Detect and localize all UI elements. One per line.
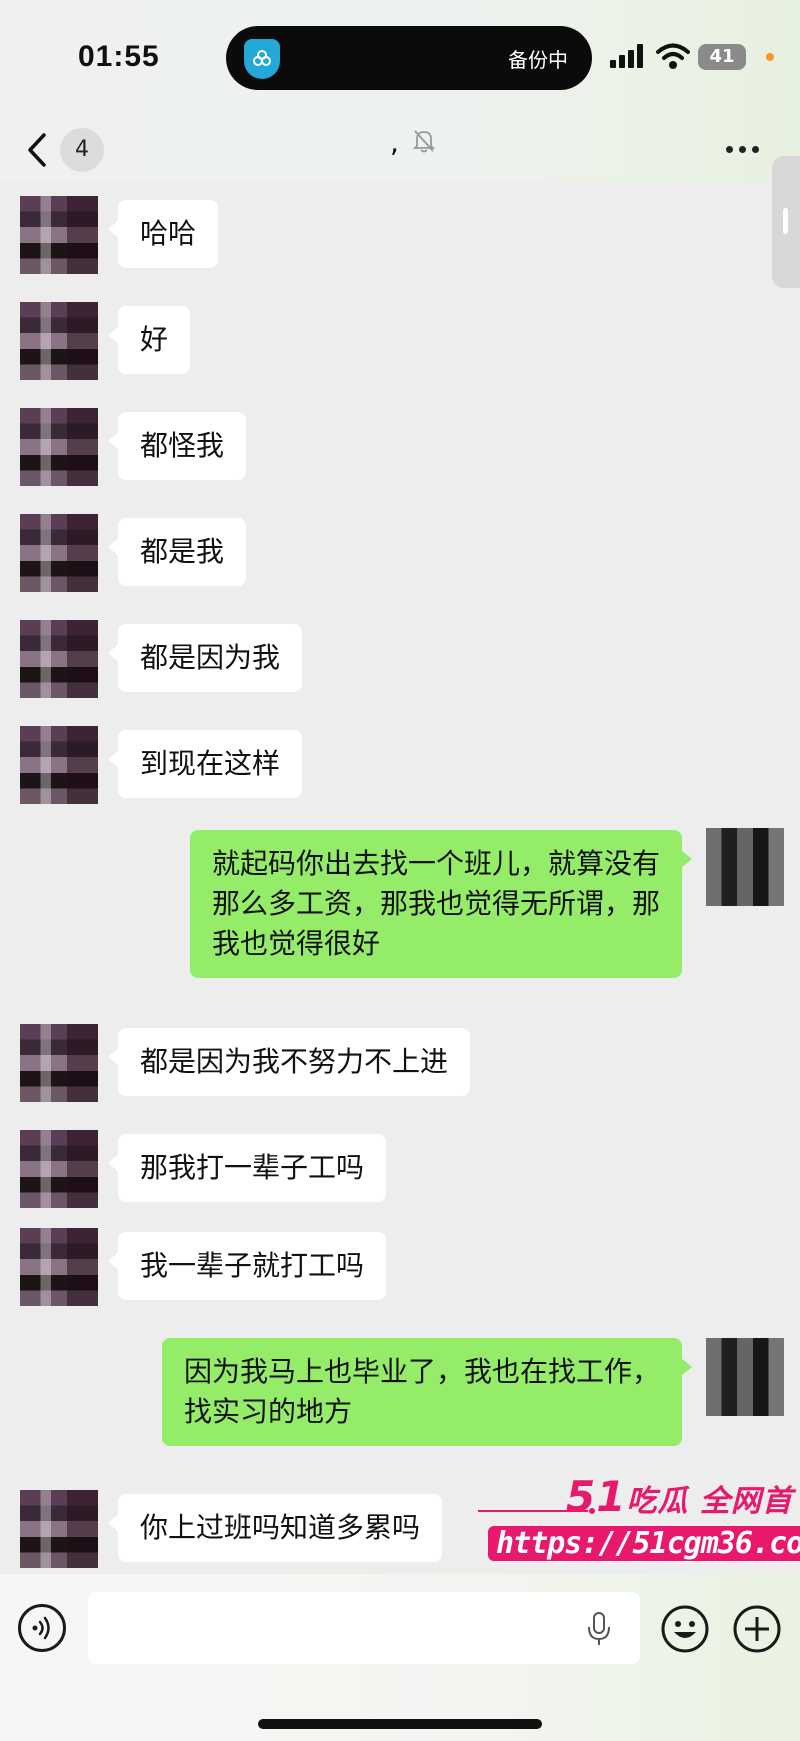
contact-avatar[interactable] <box>20 726 98 804</box>
dynamic-island[interactable]: 备份中 <box>226 26 592 90</box>
back-button[interactable]: 4 <box>26 128 106 172</box>
incoming-message-bubble[interactable]: 都是因为我不努力不上进 <box>107 1028 471 1096</box>
contact-avatar[interactable] <box>20 1130 98 1208</box>
contact-avatar[interactable] <box>20 514 98 592</box>
home-indicator[interactable] <box>258 1719 542 1729</box>
incoming-message-bubble[interactable]: 那我打一辈子工吗 <box>107 1134 387 1202</box>
incoming-message-bubble[interactable]: 好 <box>107 306 191 374</box>
chevron-left-icon <box>28 133 46 167</box>
contact-avatar[interactable] <box>20 196 98 274</box>
bell-slash-icon <box>412 130 436 153</box>
voice-icon <box>32 1616 50 1640</box>
incoming-message-bubble[interactable]: 哈哈 <box>107 200 219 268</box>
unread-count-badge: 4 <box>60 128 104 172</box>
outgoing-message-bubble[interactable]: 因为我马上也毕业了，我也在找工作， 找实习的地方 <box>161 1338 693 1446</box>
message-list[interactable]: 哈哈 好 都怪我 都是我 都是因为我 到现在这样 就起码你出去找一个班儿，就算没… <box>0 182 800 1574</box>
watermark-url: https://51cgm36.com <box>488 1526 800 1561</box>
contact-avatar[interactable] <box>20 1490 98 1568</box>
wifi-icon <box>656 43 690 69</box>
contact-avatar[interactable] <box>20 1024 98 1102</box>
my-avatar[interactable] <box>706 1338 784 1416</box>
outgoing-message-bubble[interactable]: 就起码你出去找一个班儿，就算没有 那么多工资，那我也觉得无所谓，那 我也觉得很好 <box>189 830 693 978</box>
plus-icon[interactable] <box>732 1604 782 1654</box>
cellular-signal-icon <box>610 44 643 68</box>
incoming-message-bubble[interactable]: 都怪我 <box>107 412 247 480</box>
incoming-message-bubble[interactable]: 都是因为我 <box>107 624 303 692</box>
chat-header: 4 , <box>0 118 800 182</box>
battery-indicator: 41 <box>698 44 746 70</box>
privacy-dot <box>766 53 774 61</box>
incoming-message-bubble[interactable]: 都是我 <box>107 518 247 586</box>
circuit-decoration-icon <box>478 1508 595 1514</box>
contact-avatar[interactable] <box>20 1228 98 1306</box>
status-time: 01:55 <box>78 40 160 73</box>
message-input-bar <box>0 1574 800 1741</box>
backup-status-text: 备份中 <box>508 48 568 72</box>
contact-avatar[interactable] <box>20 620 98 698</box>
emoji-icon[interactable] <box>660 1604 710 1654</box>
ellipsis-icon <box>726 146 733 153</box>
incoming-message-bubble[interactable]: 我一辈子就打工吗 <box>107 1232 387 1300</box>
more-options-button[interactable] <box>726 138 772 158</box>
microphone-icon[interactable] <box>586 1612 612 1646</box>
incoming-message-bubble[interactable]: 到现在这样 <box>107 730 303 798</box>
contact-avatar[interactable] <box>20 302 98 380</box>
backup-app-icon <box>244 39 280 79</box>
site-watermark: 51吃瓜 全网首发 https://51cgm36.com <box>478 1472 800 1582</box>
chat-title: , <box>390 126 399 159</box>
voice-input-button[interactable] <box>18 1604 66 1652</box>
contact-avatar[interactable] <box>20 408 98 486</box>
my-avatar[interactable] <box>706 828 784 906</box>
incoming-message-bubble[interactable]: 你上过班吗知道多累吗 <box>107 1494 443 1562</box>
status-bar: 01:55 备份中 41 <box>0 0 800 118</box>
message-text-input[interactable] <box>88 1592 640 1664</box>
